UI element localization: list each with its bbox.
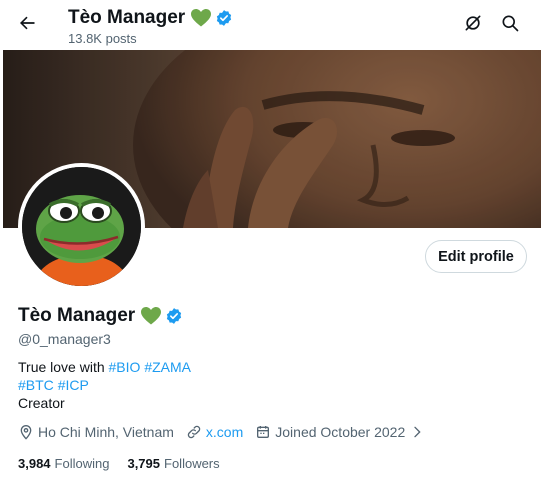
profile-header-bar: Tèo Manager 13.8K posts [0,0,554,50]
profile-bio: True love with #BIO #ZAMA #BTC #ICP Crea… [18,358,191,412]
join-date[interactable]: Joined October 2022 [255,424,429,440]
search-icon [500,13,520,38]
pepe-avatar-image [22,167,141,286]
verified-badge-icon[interactable] [215,9,233,27]
following-link[interactable]: 3,984 Following [18,456,109,471]
profile-meta: Ho Chi Minh, Vietnam x.com Joined Octobe… [18,424,441,440]
profile-display-name: Tèo Manager [18,305,136,326]
join-date-text: Joined October 2022 [275,424,406,440]
profile-avatar[interactable] [18,163,145,290]
grok-button[interactable] [460,12,486,38]
follow-stats: 3,984 Following 3,795 Followers [18,456,238,471]
hashtag-link[interactable]: #ICP [58,377,89,393]
header-title-group: Tèo Manager 13.8K posts [68,6,233,47]
back-button[interactable] [14,12,40,38]
profile-name-row: Tèo Manager [18,304,183,328]
following-count: 3,984 [18,456,51,471]
bio-line-2: #BTC #ICP [18,376,191,394]
header-name: Tèo Manager [68,7,186,28]
location-text: Ho Chi Minh, Vietnam [38,424,174,440]
followers-count: 3,795 [127,456,161,471]
followers-label: Followers [164,456,220,471]
green-heart-icon [141,307,162,325]
followers-link[interactable]: 3,795 Followers [127,456,219,471]
hashtag-link[interactable]: #BTC [18,377,54,393]
link-icon [186,424,202,440]
bio-line-3: Creator [18,395,65,411]
bio-text: True love with [18,359,109,375]
hashtag-link[interactable]: #BIO [109,359,141,375]
website[interactable]: x.com [186,424,243,440]
chevron-right-icon [409,424,425,440]
bio-line-1: True love with #BIO #ZAMA [18,358,191,376]
header-name-row: Tèo Manager [68,6,233,30]
hashtag-link[interactable]: #ZAMA [144,359,191,375]
verified-badge-icon[interactable] [165,307,183,325]
grok-icon [463,13,483,38]
search-button[interactable] [497,12,523,38]
green-heart-icon [191,9,212,27]
website-link[interactable]: x.com [206,424,243,440]
profile-handle: @0_manager3 [18,331,111,347]
location-pin-icon [18,424,34,440]
edit-profile-button[interactable]: Edit profile [425,240,527,273]
following-label: Following [54,456,110,471]
back-arrow-icon [17,13,37,38]
posts-count: 13.8K posts [68,31,137,46]
location: Ho Chi Minh, Vietnam [18,424,174,440]
calendar-icon [255,424,271,440]
